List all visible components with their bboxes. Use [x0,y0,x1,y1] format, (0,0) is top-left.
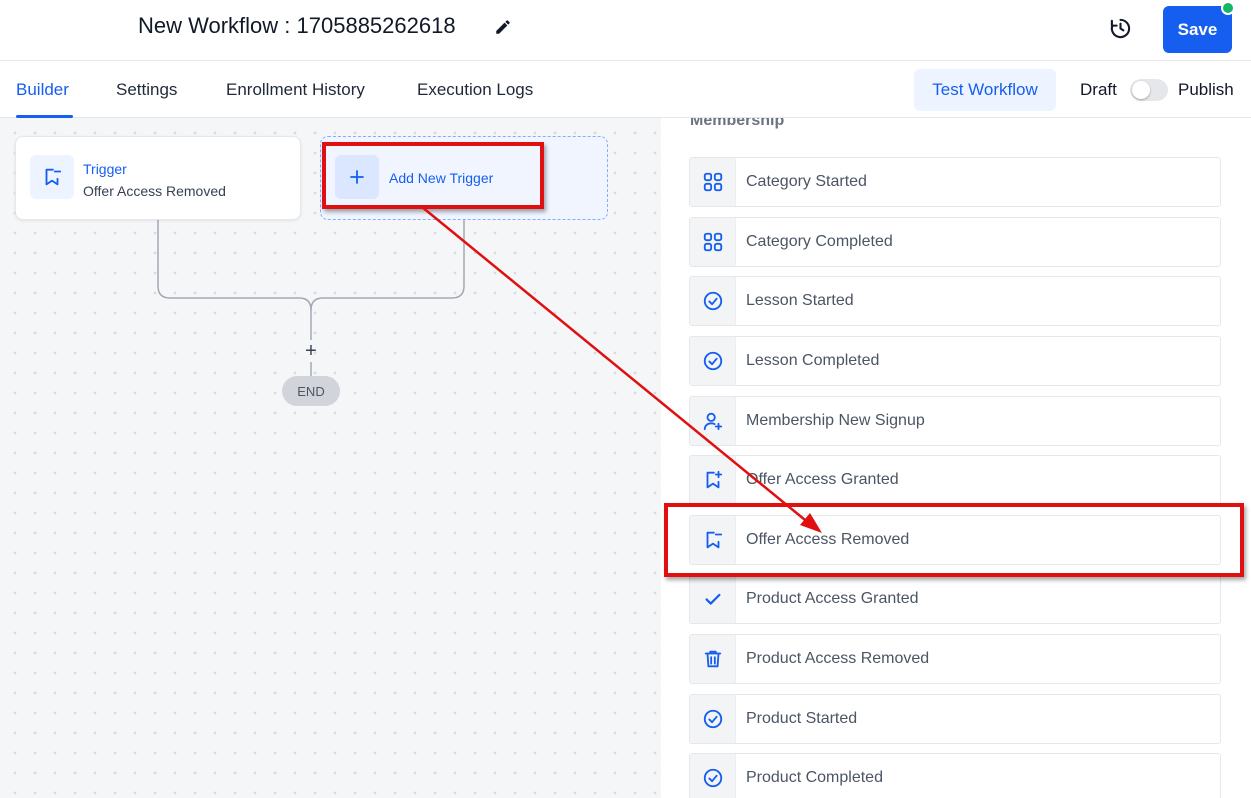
trigger-option-label: Membership New Signup [746,412,925,429]
unsaved-status-dot [1221,1,1235,15]
trigger-option-offer-access-removed[interactable]: Offer Access Removed [689,515,1221,565]
pencil-icon[interactable] [494,18,512,36]
trigger-option-label: Product Access Removed [746,650,930,667]
tab-builder[interactable]: Builder [16,80,69,100]
trigger-option-label: Product Completed [746,769,883,786]
plus-icon [350,170,364,184]
end-node: END [282,376,340,406]
workflow-title: New Workflow : 1705885262618 [138,13,456,38]
add-new-trigger-button[interactable]: Add New Trigger [320,136,608,220]
test-workflow-button[interactable]: Test Workflow [914,69,1056,111]
add-icon-box [335,155,379,199]
check-circle-icon [703,291,722,311]
trigger-subtitle: Offer Access Removed [83,183,226,199]
check-circle-icon [703,351,722,371]
bookmark-plus-icon [706,470,722,489]
check-icon [704,593,721,605]
trigger-card[interactable]: Trigger Offer Access Removed [15,136,301,220]
bookmark-minus-icon [45,168,62,186]
publish-toggle[interactable] [1130,79,1168,101]
trigger-option-label: Category Completed [746,233,893,250]
trigger-option-offer-access-granted[interactable]: Offer Access Granted [689,455,1221,505]
trigger-option-product-access-removed[interactable]: Product Access Removed [689,634,1221,684]
bookmark-minus-icon [706,531,722,549]
trigger-option-product-access-granted[interactable]: Product Access Granted [689,574,1221,624]
check-circle-icon [703,709,722,729]
trigger-option-label: Product Started [746,710,858,727]
top-bar: New Workflow : 1705885262618 Save [0,0,1251,61]
history-icon[interactable] [1109,17,1132,40]
publish-label: Publish [1178,80,1234,99]
tab-enrollment-history[interactable]: Enrollment History [226,80,365,100]
trigger-option-label: Product Access Granted [746,590,919,607]
save-button[interactable]: Save [1163,6,1232,53]
trigger-option-lesson-completed[interactable]: Lesson Completed [689,336,1221,386]
trigger-selection-panel: Membership Category Started Category Com… [661,118,1251,798]
section-heading-membership: Membership [690,118,785,129]
trigger-option-label: Lesson Completed [746,352,880,369]
grid-icon [703,172,722,192]
trigger-title: Trigger [83,161,127,177]
user-plus-icon [703,412,722,431]
grid-icon [703,232,722,252]
trigger-option-label: Offer Access Removed [746,531,910,548]
tabs-bar: Builder Settings Enrollment History Exec… [0,61,1251,118]
trigger-option-membership-new-signup[interactable]: Membership New Signup [689,396,1221,446]
trigger-option-label: Lesson Started [746,292,854,309]
tab-execution-logs[interactable]: Execution Logs [417,80,533,100]
trigger-option-lesson-started[interactable]: Lesson Started [689,276,1221,326]
trigger-option-product-completed[interactable]: Product Completed [689,753,1221,798]
workflow-canvas[interactable]: Trigger Offer Access Removed Add New Tri… [0,118,661,798]
check-circle-icon [703,768,722,788]
add-new-trigger-label: Add New Trigger [389,170,494,186]
trigger-option-label: Offer Access Granted [746,471,899,488]
draft-label: Draft [1080,80,1117,99]
trash-icon [704,650,721,668]
toggle-knob [1132,81,1150,99]
trigger-icon-box [30,155,74,199]
add-action-plus[interactable]: + [300,340,322,362]
trigger-option-category-started[interactable]: Category Started [689,157,1221,207]
tab-settings[interactable]: Settings [116,80,177,100]
trigger-option-category-completed[interactable]: Category Completed [689,217,1221,267]
trigger-option-label: Category Started [746,173,867,190]
trigger-option-product-started[interactable]: Product Started [689,694,1221,744]
